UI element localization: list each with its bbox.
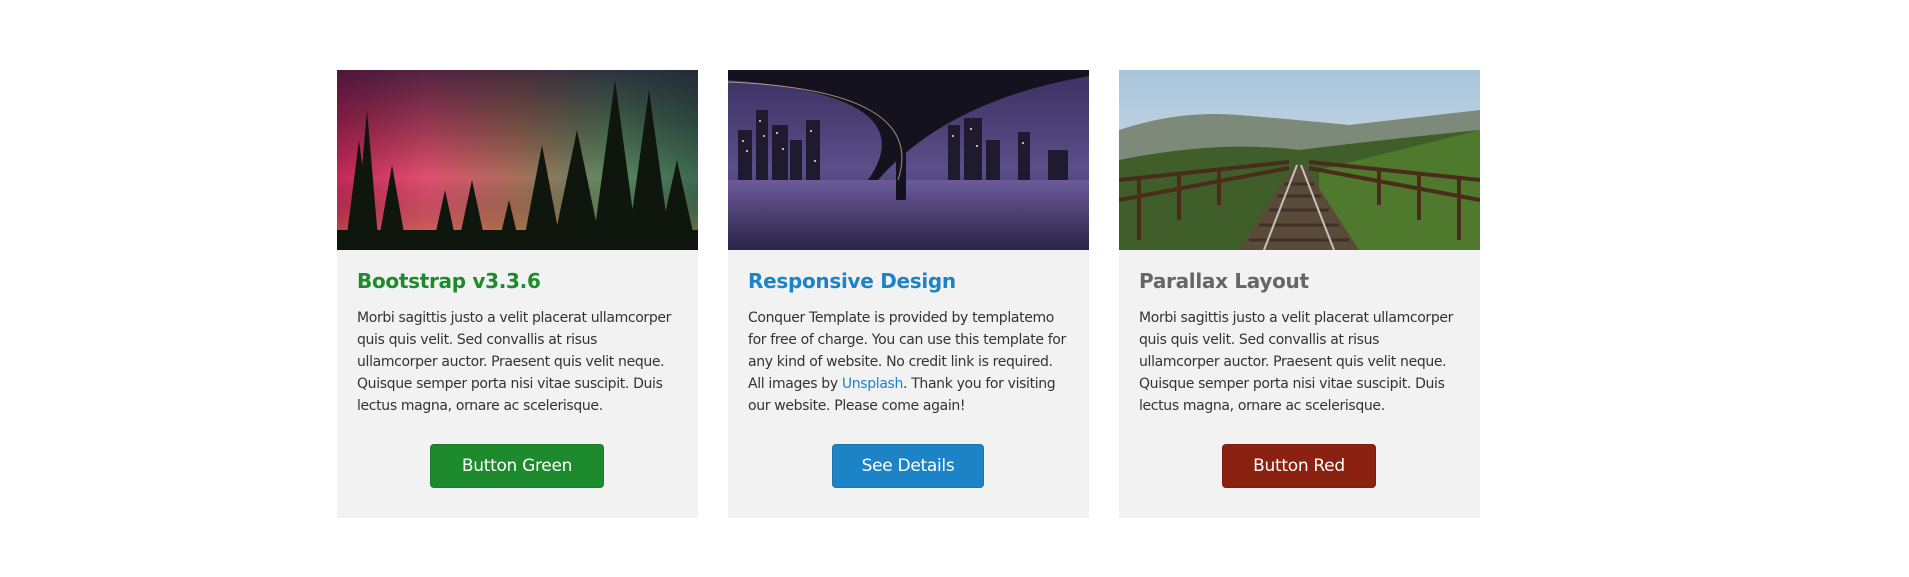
cards-row: Bootstrap v3.3.6 Morbi sagittis justo a … [337, 70, 1480, 518]
card-text: Morbi sagittis justo a velit placerat ul… [357, 310, 672, 414]
card-text: Morbi sagittis justo a velit placerat ul… [1139, 310, 1454, 414]
button-red[interactable]: Button Red [1222, 444, 1376, 488]
card-title: Parallax Layout [1139, 269, 1309, 293]
card-parallax: Parallax Layout Morbi sagittis justo a v… [1119, 70, 1480, 518]
card-title: Bootstrap v3.3.6 [357, 269, 541, 293]
button-green[interactable]: Button Green [430, 444, 604, 488]
railway-bridge-image [1119, 70, 1480, 250]
card-responsive: Responsive Design Conquer Template is pr… [728, 70, 1089, 518]
card-text: Conquer Template is provided by template… [748, 307, 1069, 417]
city-bridge-night-image [728, 70, 1089, 250]
card-bootstrap: Bootstrap v3.3.6 Morbi sagittis justo a … [337, 70, 698, 518]
unsplash-link[interactable]: Unsplash [842, 376, 903, 392]
aurora-forest-image [337, 70, 698, 250]
card-title: Responsive Design [748, 269, 956, 293]
see-details-button[interactable]: See Details [832, 444, 984, 488]
